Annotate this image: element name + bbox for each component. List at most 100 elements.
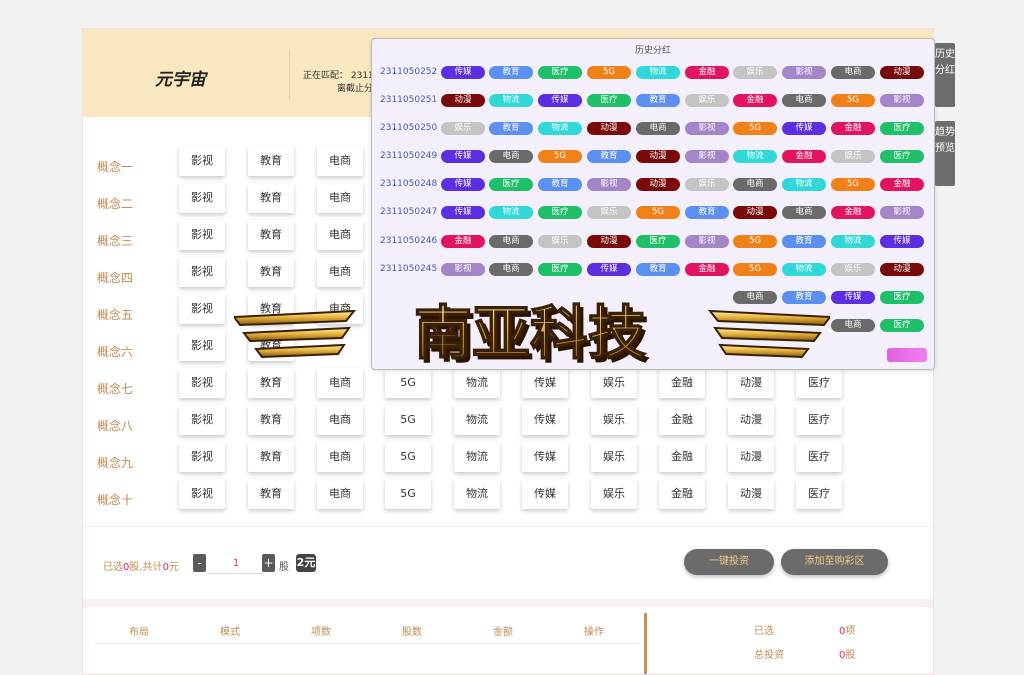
concept-option-button[interactable]: 金融 [659,442,705,472]
concept-row-label: 概念六 [97,345,134,359]
concept-option-button[interactable]: 传媒 [522,405,568,435]
concept-option-button[interactable]: 动漫 [728,442,774,472]
price-mode-badge[interactable]: 2元 [296,554,316,572]
summary-selected-label: 已选 [754,626,774,637]
concept-option-button[interactable]: 医疗 [796,405,842,435]
history-tag: 物流 [538,122,582,135]
history-tag: 影视 [880,94,924,107]
history-tag: 5G [733,235,777,248]
concept-option-button[interactable]: 影视 [179,442,225,472]
concept-option-button[interactable]: 教育 [248,220,294,250]
concept-option-button[interactable]: 教育 [248,257,294,287]
increase-button[interactable]: + [262,554,275,572]
concept-option-button[interactable]: 5G [385,405,431,435]
concept-option-button[interactable]: 影视 [179,331,225,361]
concept-option-button[interactable]: 电商 [317,479,363,509]
history-row: 2311050251 动漫 物流 传媒 医疗 教育 娱乐 金融 电商 5G 影视 [372,94,934,108]
concept-option-button[interactable]: 5G [385,442,431,472]
concept-row-label: 概念四 [97,271,134,285]
concept-option-button[interactable]: 影视 [179,183,225,213]
concept-option-button[interactable]: 影视 [179,294,225,324]
history-tag: 5G [733,263,777,276]
concept-option-button[interactable]: 影视 [179,146,225,176]
history-tag: 动漫 [441,94,485,107]
history-tag: 教育 [489,66,533,79]
history-row: 2311050250 娱乐 教育 物流 动漫 电商 影视 5G 传媒 金融 医疗 [372,122,934,136]
table-header-line [95,643,640,644]
concept-option-button[interactable]: 物流 [454,442,500,472]
history-tag: 动漫 [880,66,924,79]
history-tag: 物流 [782,178,826,191]
history-tag: 传媒 [441,150,485,163]
history-row: 2311050245 影视 电商 医疗 传媒 教育 金融 5G 物流 娱乐 动漫 [372,263,934,277]
concept-option-button[interactable]: 金融 [659,368,705,398]
concept-option-button[interactable]: 娱乐 [591,479,637,509]
tab-trend-preview[interactable]: 趋势预览 [935,121,955,186]
concept-option-button[interactable]: 娱乐 [591,442,637,472]
history-tag: 物流 [733,150,777,163]
concept-row-label: 概念三 [97,234,134,248]
concept-option-button[interactable]: 教育 [248,146,294,176]
history-tag: 电商 [636,122,680,135]
history-issue-id: 2311050246 [380,236,438,246]
concept-option-button[interactable]: 动漫 [728,368,774,398]
concept-option-button[interactable]: 影视 [179,257,225,287]
th-items: 项数 [311,627,331,638]
concept-option-button[interactable]: 动漫 [728,405,774,435]
concept-option-button[interactable]: 动漫 [728,479,774,509]
concept-row: 概念八 影视 教育 电商 5G 物流 传媒 娱乐 金融 动漫 医疗 [83,405,933,441]
concept-option-button[interactable]: 电商 [317,146,363,176]
concept-option-button[interactable]: 电商 [317,442,363,472]
concept-option-button[interactable]: 医疗 [796,442,842,472]
history-row: 2311050252 传媒 教育 医疗 5G 物流 金融 娱乐 影视 电商 动漫 [372,66,934,80]
concept-option-button[interactable]: 娱乐 [591,368,637,398]
history-tag: 电商 [831,319,875,332]
history-tag: 物流 [636,66,680,79]
concept-option-button[interactable]: 教育 [248,368,294,398]
concept-row-label: 概念七 [97,382,134,396]
th-actions: 操作 [584,627,604,638]
concept-option-button[interactable]: 电商 [317,368,363,398]
history-tag: 动漫 [636,150,680,163]
watermark-logo: 南亚科技 南亚科技 [234,298,830,371]
concept-option-button[interactable]: 教育 [248,442,294,472]
th-layout: 布局 [129,627,149,638]
history-row: 2311050248 传媒 医疗 教育 影视 动漫 娱乐 电商 物流 5G 金融 [372,178,934,192]
concept-option-button[interactable]: 传媒 [522,442,568,472]
concept-option-button[interactable]: 5G [385,368,431,398]
concept-option-button[interactable]: 影视 [179,479,225,509]
popup-scroll-indicator[interactable] [887,348,927,362]
concept-option-button[interactable]: 电商 [317,405,363,435]
concept-option-button[interactable]: 影视 [179,368,225,398]
one-click-invest-button[interactable]: 一键投资 [684,549,774,575]
concept-option-button[interactable]: 影视 [179,220,225,250]
concept-option-button[interactable]: 传媒 [522,479,568,509]
concept-option-button[interactable]: 影视 [179,405,225,435]
concept-option-button[interactable]: 电商 [317,220,363,250]
concept-option-button[interactable]: 医疗 [796,479,842,509]
decrease-button[interactable]: - [193,554,206,572]
history-tag: 娱乐 [685,94,729,107]
concept-option-button[interactable]: 金融 [659,479,705,509]
quantity-input[interactable] [208,553,264,574]
history-tag: 金融 [880,178,924,191]
concept-option-button[interactable]: 电商 [317,257,363,287]
concept-option-button[interactable]: 5G [385,479,431,509]
add-to-cart-button[interactable]: 添加至购彩区 [781,549,888,575]
concept-option-button[interactable]: 物流 [454,405,500,435]
concept-option-button[interactable]: 物流 [454,479,500,509]
concept-option-button[interactable]: 医疗 [796,368,842,398]
tab-history-dividend[interactable]: 历史分红 [935,43,955,107]
brand-title: 元宇宙 [155,70,206,90]
concept-option-button[interactable]: 教育 [248,405,294,435]
concept-option-button[interactable]: 金融 [659,405,705,435]
concept-option-button[interactable]: 教育 [248,183,294,213]
concept-option-button[interactable]: 娱乐 [591,405,637,435]
match-deadline: 离截止分 [337,84,374,94]
concept-option-button[interactable]: 电商 [317,183,363,213]
th-amount: 金额 [493,627,513,638]
concept-option-button[interactable]: 传媒 [522,368,568,398]
concept-option-button[interactable]: 物流 [454,368,500,398]
history-tag: 5G [733,122,777,135]
concept-option-button[interactable]: 教育 [248,479,294,509]
